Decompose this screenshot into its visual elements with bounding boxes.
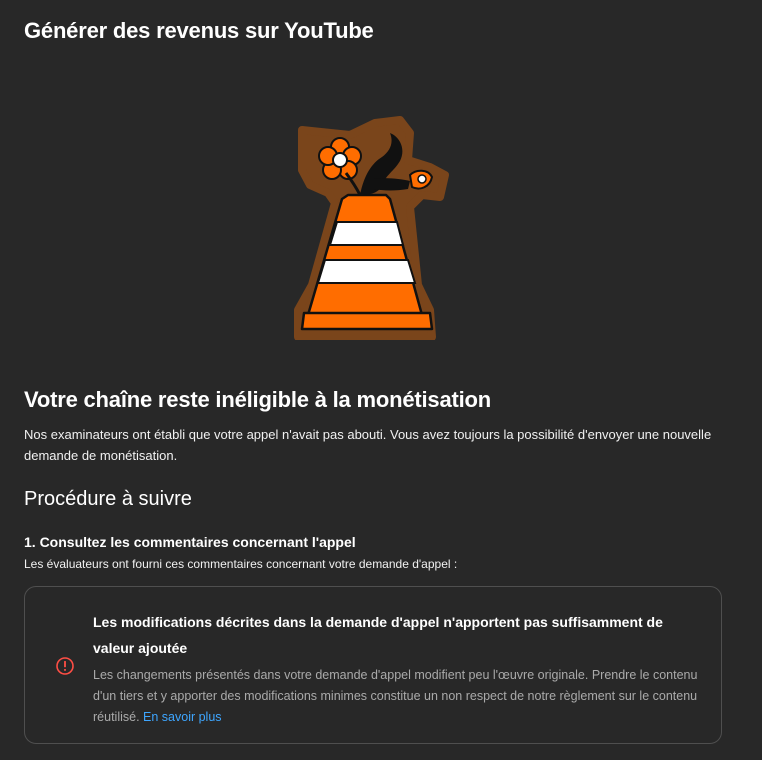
alert-circle-icon (56, 657, 74, 675)
feedback-body: Les changements présentés dans votre dem… (93, 665, 703, 728)
appeal-feedback-card: Les modifications décrites dans la deman… (24, 586, 722, 744)
next-steps-title: Procédure à suivre (24, 488, 192, 510)
traffic-cone-illustration (294, 116, 449, 340)
step-1-title: 1. Consultez les commentaires concernant… (24, 534, 356, 550)
step-1-description: Les évaluateurs ont fourni ces commentai… (24, 557, 458, 571)
learn-more-link[interactable]: En savoir plus (143, 710, 222, 724)
status-title: Votre chaîne reste inéligible à la monét… (24, 387, 491, 412)
status-description: Nos examinateurs ont établi que votre ap… (24, 427, 712, 463)
monetization-page: Générer des revenus sur YouTube Votre ch… (0, 0, 762, 760)
page-title: Générer des revenus sur YouTube (24, 18, 374, 43)
feedback-title: Les modifications décrites dans la deman… (93, 614, 663, 656)
